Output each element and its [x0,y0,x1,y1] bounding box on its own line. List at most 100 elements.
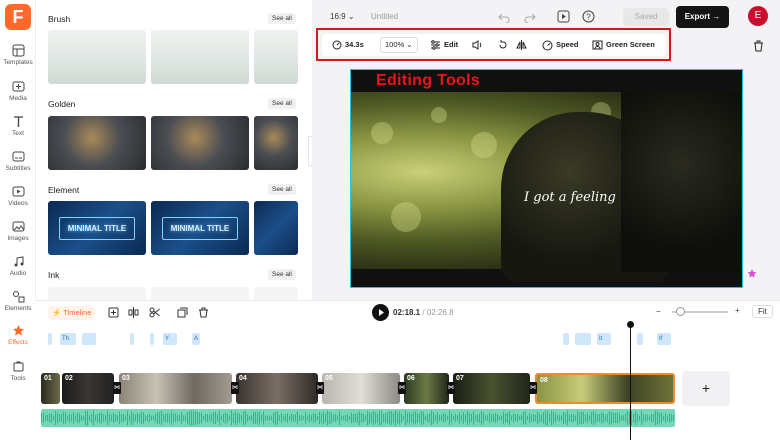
waveform-bar [295,414,296,422]
see-all-ink-button[interactable]: See all [268,269,296,280]
split-icon[interactable] [128,307,139,318]
user-avatar[interactable]: E [748,6,768,26]
waveform-bar [405,410,406,426]
preview-icon[interactable] [557,10,570,23]
playhead-handle[interactable] [627,321,634,328]
help-icon[interactable]: ? [582,10,595,23]
text-chip[interactable] [563,333,569,345]
video-clip[interactable]: 07 [453,373,530,404]
element-thumbnail[interactable] [254,201,298,255]
text-chip[interactable]: Y [163,333,177,345]
transition-icon[interactable]: ⋈ [447,382,455,394]
waveform-bar [177,414,178,422]
see-all-element-button[interactable]: See all [268,184,296,195]
sidebar-item-audio[interactable]: Audio [0,255,36,289]
text-chip[interactable] [130,333,134,345]
brush-thumbnail[interactable] [48,30,146,84]
waveform-bar [497,414,498,422]
video-clip[interactable]: 03 [119,373,232,404]
waveform-bar [357,412,358,424]
golden-thumbnail[interactable] [48,116,146,170]
fit-button[interactable]: Fit [752,305,773,318]
text-chip[interactable] [575,333,591,345]
sidebar-item-tools[interactable]: Tools [0,360,36,394]
sidebar-item-media[interactable]: Media [0,80,36,114]
undo-icon[interactable] [498,11,510,23]
element-thumbnail-text: MINIMAL TITLE [58,216,136,240]
element-thumbnail[interactable]: MINIMAL TITLE [48,201,146,255]
sidebar-item-text[interactable]: Text [0,115,36,149]
golden-thumbnail[interactable] [151,116,249,170]
delete-clip-icon[interactable] [198,307,209,318]
audio-track[interactable] [41,409,675,427]
text-chip[interactable] [82,333,96,345]
waveform-bar [521,415,522,421]
saved-button[interactable]: Saved [623,8,669,26]
time-display: 02:18.1 / 02:26.8 [393,308,454,317]
ink-thumbnail[interactable] [254,287,298,300]
waveform-bar [299,415,300,421]
redo-icon[interactable] [524,11,536,23]
export-button[interactable]: Export → [676,6,729,28]
transition-icon[interactable]: ⋈ [113,382,121,394]
waveform-bar [171,411,172,425]
waveform-bar [341,415,342,421]
element-thumbnail[interactable]: MINIMAL TITLE [151,201,249,255]
video-clip[interactable]: 06 [404,373,449,404]
video-caption[interactable]: I got a feeling [524,190,616,205]
sidebar-item-subtitles[interactable]: Subtitles [0,150,36,184]
scissors-icon[interactable] [149,307,160,318]
brush-thumbnail[interactable] [254,30,298,84]
magic-effect-icon[interactable] [746,268,758,280]
waveform-bar [217,414,218,422]
text-chip[interactable] [150,333,154,345]
see-all-golden-button[interactable]: See all [268,98,296,109]
sidebar-item-videos[interactable]: Videos [0,185,36,219]
waveform-bar [201,412,202,424]
play-button[interactable] [372,304,389,321]
waveform-bar [51,413,52,423]
sidebar-item-elements[interactable]: Elements [0,290,36,312]
playhead[interactable] [630,324,631,440]
video-clip-selected[interactable]: 08 [535,373,675,404]
timeline-tab[interactable]: ⚡ Timeline [48,306,96,320]
waveform-bar [153,415,154,421]
brush-thumbnail[interactable] [151,30,249,84]
video-clip[interactable]: 02 [62,373,114,404]
text-chip[interactable]: It [597,333,611,345]
duplicate-icon[interactable] [177,307,188,318]
aspect-ratio-select[interactable]: 16:9 ⌄ [330,12,355,21]
text-chip[interactable] [637,333,643,345]
video-clip[interactable]: 04 [236,373,318,404]
waveform-bar [669,413,670,423]
video-clip[interactable]: 05 [322,373,400,404]
zoom-slider-handle[interactable] [676,307,685,316]
transition-icon[interactable]: ⋈ [398,382,406,394]
sidebar-item-images[interactable]: Images [0,220,36,254]
ink-thumbnail[interactable] [48,287,146,300]
sidebar-item-templates[interactable]: Templates [0,44,36,78]
project-name[interactable]: Untitled [371,12,398,21]
add-clip-button[interactable]: + [682,371,730,406]
transition-icon[interactable]: ⋈ [529,382,537,394]
text-chip[interactable]: A [192,333,200,345]
waveform-bar [447,415,448,421]
video-clip[interactable]: 01 [41,373,60,404]
app-logo[interactable]: F [5,4,31,30]
zoom-in-button[interactable]: + [735,306,740,315]
trash-icon[interactable] [753,40,764,52]
video-canvas[interactable]: I got a feeling [350,69,743,288]
see-all-brush-button[interactable]: See all [268,13,296,24]
text-chip[interactable] [48,333,52,345]
zoom-out-button[interactable]: − [656,307,661,316]
transition-icon[interactable]: ⋈ [316,382,324,394]
sidebar-item-effects[interactable]: Effects [0,324,36,358]
waveform-bar [261,414,262,422]
ink-thumbnail[interactable] [151,287,249,300]
transition-icon[interactable]: ⋈ [231,382,239,394]
text-chip[interactable]: If [657,333,671,345]
add-track-icon[interactable] [108,307,119,318]
waveform-bar [581,411,582,425]
text-chip[interactable]: Th [60,333,76,345]
golden-thumbnail[interactable] [254,116,298,170]
